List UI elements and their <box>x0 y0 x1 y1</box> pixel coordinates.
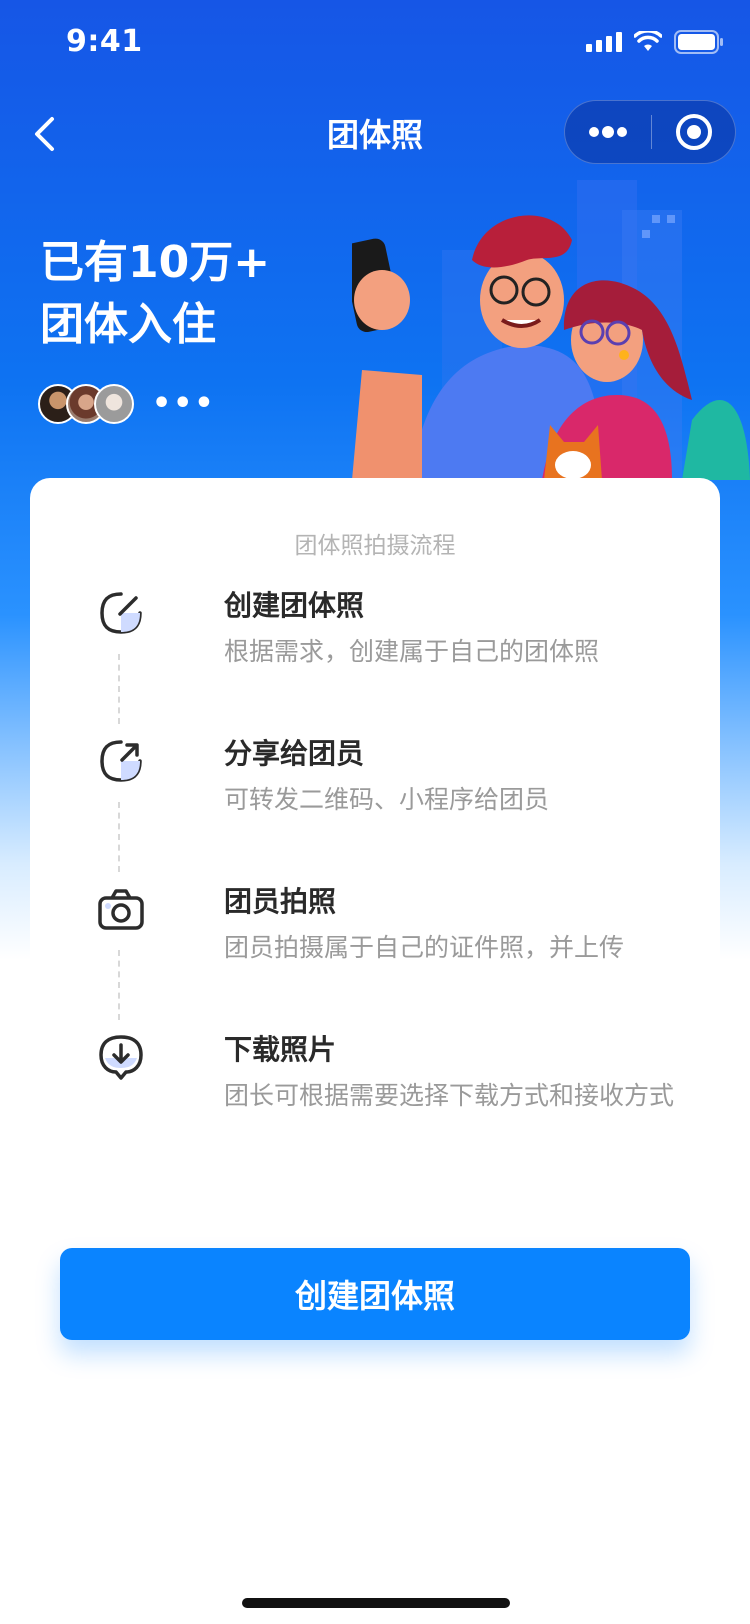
step-desc: 根据需求，创建属于自己的团体照 <box>224 637 600 666</box>
target-close-icon <box>675 114 712 150</box>
close-miniprogram-button[interactable] <box>652 100 735 164</box>
hero-line-1: 已有10万+ <box>40 237 271 288</box>
step-desc: 团员拍摄属于自己的证件照，并上传 <box>224 933 625 962</box>
process-card: 团体照拍摄流程 创建团体照 根据需求，创建属于自己的团体照 分享给团员 可转发二… <box>30 478 720 1198</box>
status-time: 9:41 <box>66 24 143 59</box>
edit-icon <box>100 592 142 634</box>
signal-icon <box>586 32 622 52</box>
hero-illustration <box>352 180 750 480</box>
battery-icon <box>674 30 724 54</box>
wifi-icon <box>634 31 662 53</box>
hero-headline: 已有10万+ 团体入住 <box>40 232 270 356</box>
more-button[interactable] <box>565 100 651 164</box>
download-icon <box>99 1035 143 1080</box>
avatar <box>94 384 134 424</box>
create-group-photo-button[interactable]: 创建团体照 <box>60 1248 690 1340</box>
step-name: 分享给团员 <box>224 737 365 770</box>
status-icons <box>586 30 724 54</box>
step-create: 创建团体照 根据需求，创建属于自己的团体照 <box>96 588 696 698</box>
step-share: 分享给团员 可转发二维码、小程序给团员 <box>96 736 696 846</box>
step-desc: 可转发二维码、小程序给团员 <box>224 785 550 814</box>
more-dots-icon <box>589 126 627 138</box>
step-connector <box>118 802 120 872</box>
step-photo: 团员拍照 团员拍摄属于自己的证件照，并上传 <box>96 884 696 994</box>
member-avatars: ••• <box>38 384 216 424</box>
step-name: 团员拍照 <box>224 885 337 918</box>
hero-line-2: 团体入住 <box>40 299 216 350</box>
camera-icon <box>98 889 144 930</box>
step-connector <box>118 654 120 724</box>
more-members-indicator: ••• <box>152 386 216 421</box>
step-connector <box>118 950 120 1020</box>
home-indicator <box>242 1598 510 1608</box>
step-download: 下载照片 团长可根据需要选择下载方式和接收方式 <box>96 1032 696 1142</box>
miniprogram-capsule <box>564 100 736 164</box>
step-name: 创建团体照 <box>224 589 365 622</box>
card-title: 团体照拍摄流程 <box>294 533 456 559</box>
step-desc: 团长可根据需要选择下载方式和接收方式 <box>224 1081 675 1110</box>
step-name: 下载照片 <box>224 1033 337 1066</box>
share-icon <box>100 740 142 782</box>
